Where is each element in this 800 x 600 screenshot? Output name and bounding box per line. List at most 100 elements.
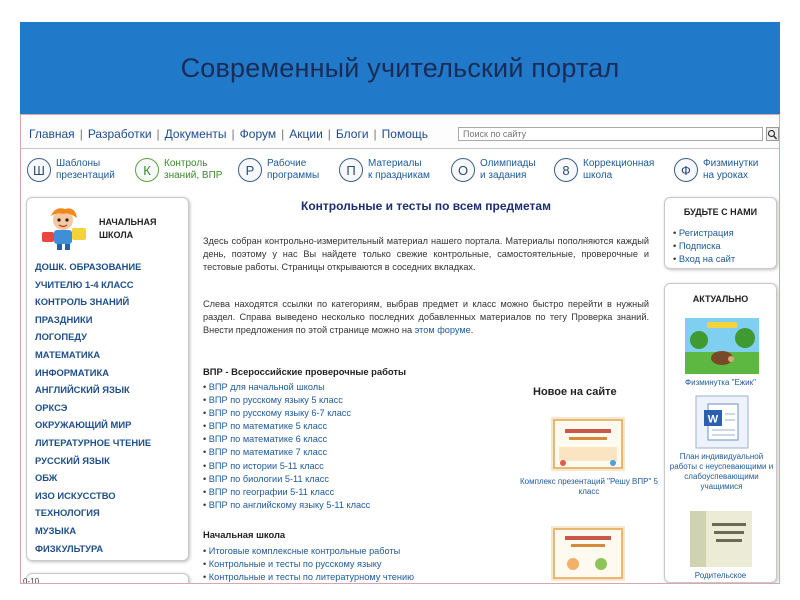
vpr-link[interactable]: ВПР по истории 5-11 класс [203, 460, 370, 473]
join-us-links: Регистрация Подписка Вход на сайт [673, 226, 735, 265]
new-material-caption[interactable]: Комплекс презентаций "Решу ВПР" 5 класс [519, 477, 659, 497]
login-link[interactable]: Вход на сайт [673, 252, 735, 265]
difficulties-thumbnail[interactable] [690, 511, 752, 567]
vpr-link[interactable]: ВПР по русскому языку 5 класс [203, 394, 370, 407]
category-label: Контроль [164, 158, 208, 169]
left-sidebar-secondary [26, 573, 189, 583]
sidebar-item-teacher-1-4[interactable]: УЧИТЕЛЮ 1-4 КЛАСС [35, 276, 151, 294]
primary-school-link[interactable]: Контрольные и тесты по литературному чте… [203, 571, 414, 583]
category-olympiads-icon: О [451, 158, 475, 182]
left-sidebar-title: НАЧАЛЬНАЯ ШКОЛА [99, 217, 157, 240]
category-holiday-materials[interactable]: П Материалы к праздникам [339, 155, 430, 185]
join-us-title: БУДЬТЕ С НАМИ [683, 207, 758, 217]
slide-title: Современный учительский портал [180, 52, 620, 83]
sidebar-item-music[interactable]: МУЗЫКА [35, 522, 151, 540]
subscribe-link[interactable]: Подписка [673, 239, 735, 252]
vpr-link[interactable]: ВПР для начальной школы [203, 381, 370, 394]
sidebar-item-art[interactable]: ИЗО ИСКУССТВО [35, 487, 151, 505]
forum-link[interactable]: этом форуме [415, 325, 471, 335]
nav-link-promotions[interactable]: Акции [289, 127, 323, 141]
nav-link-forum[interactable]: Форум [240, 127, 276, 141]
register-link[interactable]: Регистрация [673, 226, 735, 239]
sidebar-item-technology[interactable]: ТЕХНОЛОГИЯ [35, 504, 151, 522]
sidebar-item-pe[interactable]: ФИЗКУЛЬТУРА [35, 540, 151, 558]
category-work-programs[interactable]: Р Рабочие программы [238, 155, 319, 185]
category-label: Коррекционная [583, 158, 655, 169]
sidebar-item-russian[interactable]: РУССКИЙ ЯЗЫК [35, 452, 151, 470]
join-us-panel: БУДЬТЕ С НАМИ Регистрация Подписка Вход … [664, 197, 777, 269]
category-label: Рабочие [267, 158, 307, 169]
category-correctional-school[interactable]: 8 Коррекционная школа [554, 155, 654, 185]
sidebar-item-obzh[interactable]: ОБЖ [35, 469, 151, 487]
category-physical-minutes[interactable]: Ф Физминутки на уроках [674, 155, 758, 185]
vpr-link[interactable]: ВПР по математике 7 класс [203, 446, 370, 459]
category-physical-minutes-icon: Ф [674, 158, 698, 182]
category-bar: Ш Шаблоны презентаций К Контроль знаний, В… [21, 151, 779, 189]
vpr-link[interactable]: ВПР по русскому языку 6-7 класс [203, 407, 370, 420]
hedgehog-caption[interactable]: Физминутка "Ежик" [665, 378, 776, 387]
word-document-icon[interactable]: W [694, 394, 750, 450]
sidebar-item-world[interactable]: ОКРУЖАЮЩИЙ МИР [35, 416, 151, 434]
new-material-thumbnail[interactable] [551, 526, 625, 581]
category-label: и задания [480, 170, 527, 181]
sidebar-item-speech-therapist[interactable]: ЛОГОПЕДУ [35, 328, 151, 346]
vpr-link[interactable]: ВПР по географии 5-11 класс [203, 486, 370, 499]
left-sidebar: НАЧАЛЬНАЯ ШКОЛА ДОШК. ОБРАЗОВАНИЕ УЧИТЕЛЮ… [26, 197, 189, 561]
category-olympiads[interactable]: О Олимпиады и задания [451, 155, 536, 185]
search-button[interactable] [766, 127, 779, 141]
sidebar-item-english[interactable]: АНГЛИЙСКИЙ ЯЗЫК [35, 381, 151, 399]
category-label: презентаций [56, 170, 115, 181]
actual-panel: АКТУАЛЬНО Физминутка "Ежик" W План индив… [664, 283, 777, 583]
category-knowledge-control[interactable]: К Контроль знаний, ВПР [135, 155, 222, 185]
primary-school-link[interactable]: Контрольные и тесты по русскому языку [203, 558, 414, 571]
category-label: Материалы [368, 158, 422, 169]
vpr-link[interactable]: ВПР по математике 6 класс [203, 433, 370, 446]
primary-school-links-list: Итоговые комплексные контрольные работы … [203, 545, 414, 583]
category-knowledge-control-icon: К [135, 158, 159, 182]
page-title: Контрольные и тесты по всем предметам [301, 199, 551, 213]
vpr-link[interactable]: ВПР по биологии 5-11 класс [203, 473, 370, 486]
left-sidebar-menu: ДОШК. ОБРАЗОВАНИЕ УЧИТЕЛЮ 1-4 КЛАСС КОНТ… [35, 258, 151, 557]
intro-paragraph-2: Слева находятся ссылки по категориям, вы… [203, 299, 649, 335]
category-label: на уроках [703, 170, 749, 181]
primary-school-link[interactable]: Итоговые комплексные контрольные работы [203, 545, 414, 558]
category-work-programs-icon: Р [238, 158, 262, 182]
nav-link-home[interactable]: Главная [29, 127, 75, 141]
nav-link-developments[interactable]: Разработки [88, 127, 152, 141]
category-label: программы [267, 170, 320, 181]
visit-counter: 0-10 [23, 577, 40, 584]
category-label: Физминутки [703, 158, 759, 169]
category-label: Шаблоны [56, 158, 101, 169]
sidebar-item-literature[interactable]: ЛИТЕРАТУРНОЕ ЧТЕНИЕ [35, 434, 151, 452]
primary-school-heading: Начальная школа [203, 529, 286, 540]
nav-link-blogs[interactable]: Блоги [336, 127, 369, 141]
vpr-link[interactable]: ВПР по английскому языку 5-11 класс [203, 499, 371, 512]
hedgehog-thumbnail[interactable] [685, 318, 759, 374]
category-label: школа [583, 170, 613, 181]
nav-link-help[interactable]: Помощь [382, 127, 428, 141]
svg-text:W: W [708, 414, 719, 426]
category-holiday-materials-icon: П [339, 158, 363, 182]
vpr-heading: ВПР - Всероссийские проверочные работы [203, 366, 407, 377]
website-screenshot: Главная | Разработки | Документы | Форум | Акции… [20, 114, 780, 584]
individual-plan-caption[interactable]: План индивидуальной работы с неуспевающи… [667, 452, 776, 492]
sidebar-item-holidays[interactable]: ПРАЗДНИКИ [35, 311, 151, 329]
category-templates-icon: Ш [27, 158, 51, 182]
category-templates[interactable]: Ш Шаблоны презентаций [27, 155, 115, 185]
search-input[interactable] [458, 127, 763, 141]
new-material-thumbnail[interactable] [551, 417, 625, 471]
sidebar-item-preschool[interactable]: ДОШК. ОБРАЗОВАНИЕ [35, 258, 151, 276]
sidebar-item-orkse[interactable]: ОРКСЭ [35, 399, 151, 417]
search-icon [767, 129, 778, 140]
category-label: к праздникам [368, 170, 430, 181]
category-label: знаний, ВПР [164, 170, 223, 181]
sidebar-item-knowledge-control[interactable]: КОНТРОЛЬ ЗНАНИЙ [35, 293, 151, 311]
sidebar-item-informatics[interactable]: ИНФОРМАТИКА [35, 364, 151, 382]
mascot-image [42, 208, 86, 250]
vpr-link[interactable]: ВПР по математике 5 класс [203, 420, 370, 433]
vpr-links-list: ВПР для начальной школы ВПР по русскому … [203, 381, 371, 512]
sidebar-item-math[interactable]: МАТЕМАТИКА [35, 346, 151, 364]
parent-caption[interactable]: Родительское [665, 571, 776, 580]
nav-link-documents[interactable]: Документы [165, 127, 227, 141]
new-on-site-heading: Новое на сайте [533, 386, 617, 398]
